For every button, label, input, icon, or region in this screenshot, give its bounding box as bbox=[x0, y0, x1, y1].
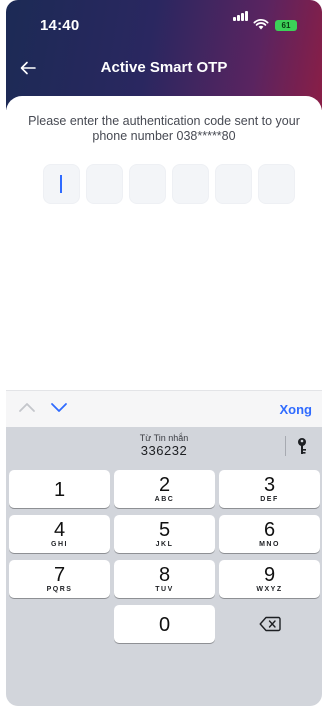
key-number: 6 bbox=[263, 519, 276, 541]
status-bar: 14:40 61 bbox=[6, 0, 322, 46]
otp-digit-1[interactable] bbox=[43, 164, 80, 204]
key-letters: DEF bbox=[260, 496, 279, 503]
app-header: 14:40 61 Active Smart OTP bbox=[6, 0, 322, 110]
key-letters: TUV bbox=[155, 586, 174, 593]
key-number: 3 bbox=[263, 474, 276, 496]
key-number: 5 bbox=[158, 519, 171, 541]
key-9[interactable]: 9 WXYZ bbox=[219, 560, 320, 598]
suggestion-divider bbox=[285, 436, 286, 456]
key-5[interactable]: 5 JKL bbox=[114, 515, 215, 553]
instruction-text: Please enter the authentication code sen… bbox=[28, 114, 300, 143]
numeric-keyboard: Xong Từ Tin nhắn 336232 1 2 ABC 3 DEF 4 … bbox=[6, 390, 322, 706]
otp-digit-4[interactable] bbox=[172, 164, 209, 204]
delete-button[interactable] bbox=[219, 605, 320, 643]
text-cursor bbox=[60, 175, 62, 193]
key-number: 9 bbox=[263, 564, 276, 586]
key-letters: GHI bbox=[51, 541, 68, 548]
key-number: 7 bbox=[53, 564, 66, 586]
key-4[interactable]: 4 GHI bbox=[9, 515, 110, 553]
key-8[interactable]: 8 TUV bbox=[114, 560, 215, 598]
keyboard-accessory-bar: Xong bbox=[6, 390, 322, 427]
phone-screen: 14:40 61 Active Smart OTP Please enter t… bbox=[6, 0, 322, 706]
key-letters: ABC bbox=[154, 496, 175, 503]
key-letters: WXYZ bbox=[256, 586, 283, 593]
key-number: 4 bbox=[53, 519, 66, 541]
key-3[interactable]: 3 DEF bbox=[219, 470, 320, 508]
chevron-up-icon[interactable] bbox=[18, 401, 36, 413]
key-letters: PQRS bbox=[46, 586, 73, 593]
key-number: 1 bbox=[53, 479, 66, 501]
status-time: 14:40 bbox=[40, 17, 80, 34]
key-letters: JKL bbox=[155, 541, 174, 548]
backspace-icon bbox=[259, 616, 281, 632]
key-7[interactable]: 7 PQRS bbox=[9, 560, 110, 598]
done-button[interactable]: Xong bbox=[280, 402, 313, 417]
key-letters: MNO bbox=[259, 541, 280, 548]
wifi-icon bbox=[253, 18, 269, 30]
key-1[interactable]: 1 bbox=[9, 470, 110, 508]
otp-digit-3[interactable] bbox=[129, 164, 166, 204]
key-number: 8 bbox=[158, 564, 171, 586]
chevron-down-icon[interactable] bbox=[50, 401, 68, 413]
suggestion-code: 336232 bbox=[140, 443, 188, 458]
key-0[interactable]: 0 bbox=[114, 605, 215, 643]
otp-digit-5[interactable] bbox=[215, 164, 252, 204]
otp-digit-2[interactable] bbox=[86, 164, 123, 204]
otp-digit-6[interactable] bbox=[258, 164, 295, 204]
key-number: 2 bbox=[158, 474, 171, 496]
page-title: Active Smart OTP bbox=[100, 59, 228, 76]
key-6[interactable]: 6 MNO bbox=[219, 515, 320, 553]
otp-suggestion[interactable]: Từ Tin nhắn 336232 bbox=[6, 426, 322, 464]
key-2[interactable]: 2 ABC bbox=[114, 470, 215, 508]
key-icon[interactable] bbox=[295, 437, 309, 455]
suggestion-source: Từ Tin nhắn bbox=[139, 433, 189, 443]
key-number: 0 bbox=[158, 614, 171, 636]
battery-icon: 61 bbox=[275, 20, 297, 31]
